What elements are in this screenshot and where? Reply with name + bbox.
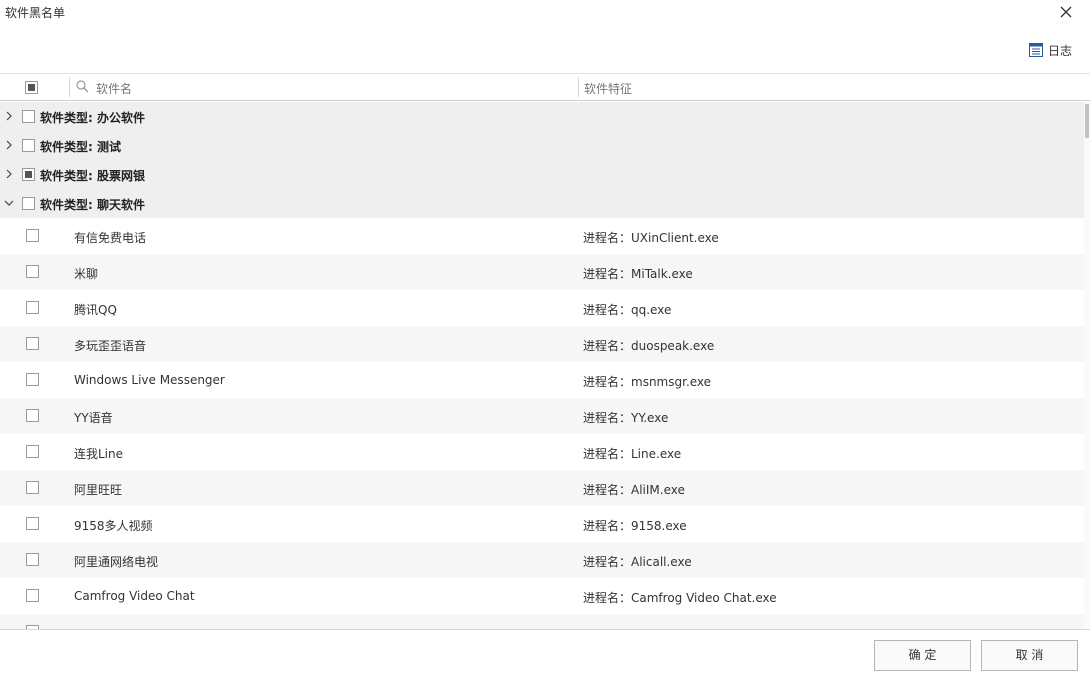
software-name: 腾讯QQ: [74, 303, 117, 317]
software-feature: 进程名：YY.exe: [583, 411, 669, 425]
software-name: YY语音: [74, 411, 113, 425]
table-row[interactable]: 阿里通网络电视 进程名：Alicall.exe: [0, 542, 1084, 578]
software-feature: 进程名：UXinClient.exe: [583, 231, 719, 245]
row-checkbox[interactable]: [26, 589, 39, 602]
log-table-icon: [1029, 43, 1043, 57]
dialog-title: 软件黑名单: [5, 6, 66, 20]
group-label: 软件类型: 股票网银: [40, 169, 145, 183]
table-row[interactable]: 有信免费电话 进程名：UXinClient.exe: [0, 218, 1084, 254]
title-bar: 软件黑名单: [0, 0, 1090, 34]
group-checkbox[interactable]: [22, 110, 35, 123]
software-feature: 进程名：MiTalk.exe: [583, 267, 693, 281]
table-row[interactable]: 9158多人视频 进程名：9158.exe: [0, 506, 1084, 542]
column-divider[interactable]: [578, 77, 579, 97]
group-checkbox[interactable]: [22, 197, 35, 210]
group-label: 软件类型: 测试: [40, 140, 121, 154]
table-body: 软件类型: 办公软件 软件类型: 测试 软件类型: 股票网银 软件类型: 聊天软…: [0, 102, 1084, 630]
table-row[interactable]: 米聊 进程名：MiTalk.exe: [0, 254, 1084, 290]
search-icon: [76, 80, 89, 93]
row-checkbox[interactable]: [26, 229, 39, 242]
row-checkbox[interactable]: [26, 553, 39, 566]
table-row[interactable]: YY语音 进程名：YY.exe: [0, 398, 1084, 434]
software-name: 米聊: [74, 267, 99, 281]
group-row-stock-banking[interactable]: 软件类型: 股票网银: [0, 160, 1084, 189]
software-feature: 进程名：qq.exe: [583, 303, 672, 317]
log-button-label: 日志: [1048, 43, 1073, 58]
software-name: 阿里旺旺: [74, 483, 123, 497]
table-row[interactable]: [0, 614, 1084, 630]
table-row[interactable]: Camfrog Video Chat 进程名：Camfrog Video Cha…: [0, 578, 1084, 614]
software-name: Camfrog Video Chat: [74, 589, 195, 603]
table-row[interactable]: 连我Line 进程名：Line.exe: [0, 434, 1084, 470]
row-checkbox[interactable]: [26, 409, 39, 422]
software-feature: 进程名：AliIM.exe: [583, 483, 685, 497]
software-table: 软件名 软件特征 软件类型: 办公软件 软件类型: 测试 软件类型: 股票网银 …: [0, 73, 1090, 630]
software-name: 连我Line: [74, 447, 124, 461]
group-row-chat[interactable]: 软件类型: 聊天软件: [0, 189, 1084, 218]
row-checkbox[interactable]: [26, 265, 39, 278]
dialog-footer: 确 定 取 消: [0, 629, 1090, 677]
software-name: 有信免费电话: [74, 231, 147, 245]
software-feature: 进程名：9158.exe: [583, 519, 687, 533]
row-checkbox[interactable]: [26, 481, 39, 494]
software-feature: 进程名：Alicall.exe: [583, 555, 692, 569]
close-button[interactable]: [1054, 2, 1078, 24]
log-button[interactable]: 日志: [1029, 40, 1072, 60]
vertical-scrollbar[interactable]: [1084, 102, 1090, 630]
software-name: 阿里通网络电视: [74, 555, 159, 569]
chevron-right-icon[interactable]: [4, 111, 14, 121]
row-checkbox[interactable]: [26, 301, 39, 314]
group-checkbox[interactable]: [22, 139, 35, 152]
software-feature: 进程名：msnmsgr.exe: [583, 375, 712, 389]
software-feature: 进程名：Line.exe: [583, 447, 682, 461]
scrollbar-thumb[interactable]: [1085, 104, 1089, 138]
software-name: 多玩歪歪语音: [74, 339, 147, 353]
chevron-down-icon[interactable]: [4, 198, 14, 208]
close-icon: [1060, 6, 1072, 18]
row-checkbox[interactable]: [26, 373, 39, 386]
software-name: 9158多人视频: [74, 519, 153, 533]
software-feature: 进程名：Camfrog Video Chat.exe: [583, 591, 777, 605]
row-checkbox[interactable]: [26, 445, 39, 458]
software-name: Windows Live Messenger: [74, 373, 225, 387]
cancel-button[interactable]: 取 消: [981, 640, 1078, 671]
row-checkbox[interactable]: [26, 517, 39, 530]
chevron-right-icon[interactable]: [4, 140, 14, 150]
select-all-checkbox[interactable]: [25, 81, 38, 94]
software-feature: 进程名：duospeak.exe: [583, 339, 715, 353]
table-row[interactable]: 多玩歪歪语音 进程名：duospeak.exe: [0, 326, 1084, 362]
group-checkbox[interactable]: [22, 168, 35, 181]
table-row[interactable]: 阿里旺旺 进程名：AliIM.exe: [0, 470, 1084, 506]
group-row-office[interactable]: 软件类型: 办公软件: [0, 102, 1084, 131]
column-divider: [69, 77, 70, 97]
table-row[interactable]: 腾讯QQ 进程名：qq.exe: [0, 290, 1084, 326]
group-label: 软件类型: 聊天软件: [40, 198, 145, 212]
table-header: 软件名 软件特征: [0, 74, 1090, 101]
chevron-right-icon[interactable]: [4, 169, 14, 179]
group-label: 软件类型: 办公软件: [40, 111, 145, 125]
column-header-name[interactable]: 软件名: [96, 80, 132, 97]
ok-button[interactable]: 确 定: [874, 640, 971, 671]
group-row-test[interactable]: 软件类型: 测试: [0, 131, 1084, 160]
row-checkbox[interactable]: [26, 337, 39, 350]
table-row[interactable]: Windows Live Messenger 进程名：msnmsgr.exe: [0, 362, 1084, 398]
column-header-feature[interactable]: 软件特征: [584, 80, 632, 97]
